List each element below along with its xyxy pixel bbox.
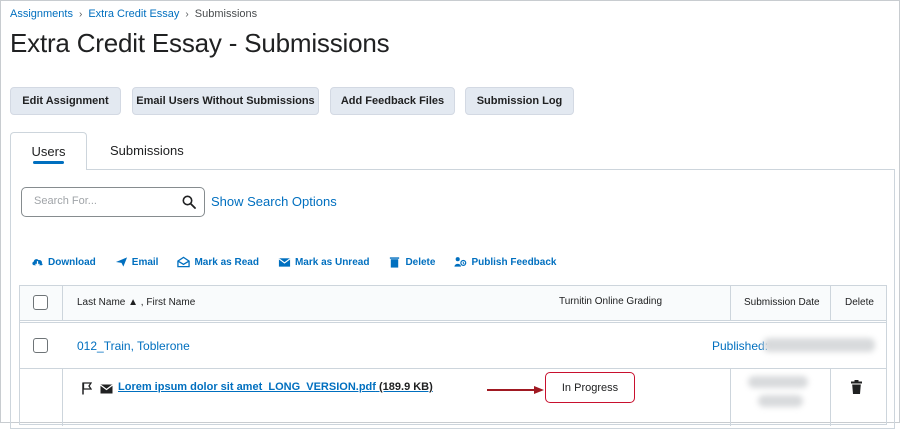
row-select-checkbox[interactable] [33, 338, 48, 353]
select-all-checkbox[interactable] [33, 295, 48, 310]
submissions-table: Last Name ▲ , First Name Turnitin Online… [19, 285, 887, 426]
trash-icon [390, 257, 400, 268]
turnitin-status-badge[interactable]: In Progress [545, 372, 635, 403]
turnitin-column-header: Turnitin Online Grading [559, 296, 663, 307]
email-users-without-submissions-button[interactable]: Email Users Without Submissions [132, 87, 319, 115]
active-tab-indicator [33, 161, 64, 164]
chevron-right-icon: › [78, 8, 83, 20]
mark-as-unread-action[interactable]: Mark as Unread [278, 256, 369, 268]
redacted-date [763, 338, 875, 352]
user-name-link[interactable]: 012_Train, Toblerone [77, 339, 190, 353]
file-name: Lorem ipsum dolor sit amet_LONG_VERSION.… [118, 381, 376, 393]
column-divider [830, 286, 831, 320]
published-label: Published: [712, 339, 769, 353]
publish-feedback-label: Publish Feedback [471, 256, 557, 268]
download-label: Download [48, 256, 96, 268]
action-bar: Download Email Mark as Read Mark as Unre… [31, 256, 575, 268]
delete-action[interactable]: Delete [388, 256, 435, 268]
search-box [21, 187, 205, 217]
delete-column-header: Delete [845, 297, 874, 308]
column-divider [730, 286, 731, 320]
tab-users-label: Users [31, 144, 66, 159]
chevron-right-icon: › [185, 8, 189, 20]
cloud-download-icon [32, 259, 43, 268]
annotation-arrow-icon [487, 386, 544, 394]
breadcrumb-current: Submissions [194, 8, 258, 20]
search-input[interactable] [32, 194, 176, 208]
download-action[interactable]: Download [31, 256, 96, 268]
breadcrumb-assignments[interactable]: Assignments [10, 8, 73, 20]
envelope-icon [100, 384, 113, 394]
table-row: 012_Train, Toblerone Published: [20, 323, 886, 368]
paper-plane-icon [115, 257, 127, 267]
add-feedback-files-button[interactable]: Add Feedback Files [330, 87, 455, 115]
envelope-icon [278, 258, 291, 267]
edit-assignment-button[interactable]: Edit Assignment [10, 87, 121, 115]
show-search-options-link[interactable]: Show Search Options [211, 194, 337, 209]
breadcrumb: Assignments › Extra Credit Essay › Submi… [10, 8, 257, 20]
submission-file-link[interactable]: Lorem ipsum dolor sit amet_LONG_VERSION.… [118, 381, 433, 393]
trash-icon[interactable] [851, 380, 862, 394]
email-label: Email [131, 256, 159, 268]
redacted-date [748, 376, 808, 388]
email-action[interactable]: Email [115, 256, 159, 268]
submission-log-button[interactable]: Submission Log [465, 87, 574, 115]
table-header-row: Last Name ▲ , First Name Turnitin Online… [20, 286, 886, 321]
mark-as-read-action[interactable]: Mark as Read [177, 256, 259, 268]
tab-submissions[interactable]: Submissions [110, 143, 184, 158]
flag-icon[interactable] [82, 382, 92, 395]
page-title: Extra Credit Essay - Submissions [10, 28, 390, 58]
file-size: (189.9 KB) [375, 381, 433, 393]
mark-as-unread-label: Mark as Unread [294, 256, 370, 268]
publish-people-icon [454, 257, 467, 267]
tab-users[interactable]: Users [10, 132, 87, 170]
table-row: Lorem ipsum dolor sit amet_LONG_VERSION.… [20, 368, 886, 426]
delete-label: Delete [405, 256, 436, 268]
submission-date-column-header[interactable]: Submission Date [744, 297, 820, 308]
redacted-time [758, 395, 803, 407]
envelope-open-icon [177, 256, 191, 268]
name-column-header[interactable]: Last Name ▲ , First Name [77, 297, 195, 308]
search-icon[interactable] [182, 195, 196, 209]
column-divider [62, 368, 63, 426]
column-divider [730, 368, 731, 426]
publish-feedback-action[interactable]: Publish Feedback [454, 256, 556, 268]
mark-as-read-label: Mark as Read [194, 256, 259, 268]
column-divider [830, 368, 831, 426]
column-divider [62, 286, 63, 320]
breadcrumb-extra-credit-essay[interactable]: Extra Credit Essay [88, 8, 179, 20]
